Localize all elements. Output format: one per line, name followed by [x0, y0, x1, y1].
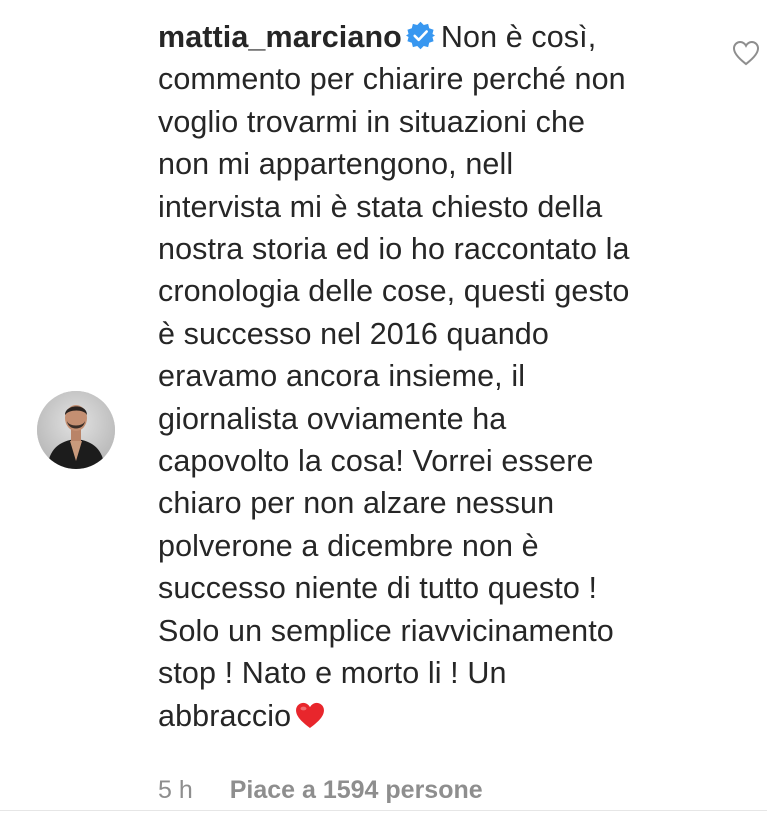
avatar[interactable] [37, 391, 115, 469]
comment-line: capovolto la cosa! Vorrei essere [158, 444, 594, 479]
comment-line: non mi appartengono, nell [158, 147, 514, 182]
comment-line: mattia_marciano Non è così, [158, 16, 703, 58]
comment-line: voglio trovarmi in situazioni che [158, 104, 586, 139]
comment-line: giornalista ovviamente ha [158, 401, 507, 436]
comment-line: intervista mi è stata chiesto della [158, 189, 603, 224]
comment-body: mattia_marciano Non è così, commento per … [158, 16, 703, 737]
comment-line: Solo un semplice riavvicinamento [158, 613, 614, 648]
comment-line: stop ! Nato e morto li ! Un [158, 656, 507, 691]
comment-line-text: Non è così, [440, 20, 597, 54]
red-heart-emoji-icon [295, 698, 325, 728]
username-link[interactable]: mattia_marciano [158, 20, 402, 54]
comment-line-text: abbraccio [158, 698, 292, 733]
comment-line: nostra storia ed io ho raccontato la [158, 232, 630, 267]
comment-line: commento per chiarire perché non [158, 62, 626, 97]
like-heart-icon[interactable] [732, 40, 760, 66]
comment-line: chiaro per non alzare nessun [158, 486, 555, 521]
comment-line: polverone a dicembre non è [158, 528, 539, 563]
comment-line: è successo nel 2016 quando [158, 316, 549, 351]
comment-line: eravamo ancora insieme, il [158, 359, 526, 394]
verified-badge-icon [405, 19, 435, 50]
comment: mattia_marciano Non è così, commento per … [0, 0, 767, 814]
comment-time[interactable]: 5 h [158, 776, 193, 804]
comment-line: cronologia delle cose, questi gesto [158, 274, 630, 309]
avatar-image [37, 391, 115, 469]
comment-text: mattia_marciano Non è così, commento per … [158, 16, 703, 737]
likes-count-link[interactable]: Piace a 1594 persone [230, 776, 483, 804]
divider [0, 810, 767, 811]
comment-line: successo niente di tutto questo ! [158, 571, 598, 606]
comment-meta: 5 h Piace a 1594 persone [158, 772, 483, 808]
comment-line: abbraccio [158, 695, 703, 737]
